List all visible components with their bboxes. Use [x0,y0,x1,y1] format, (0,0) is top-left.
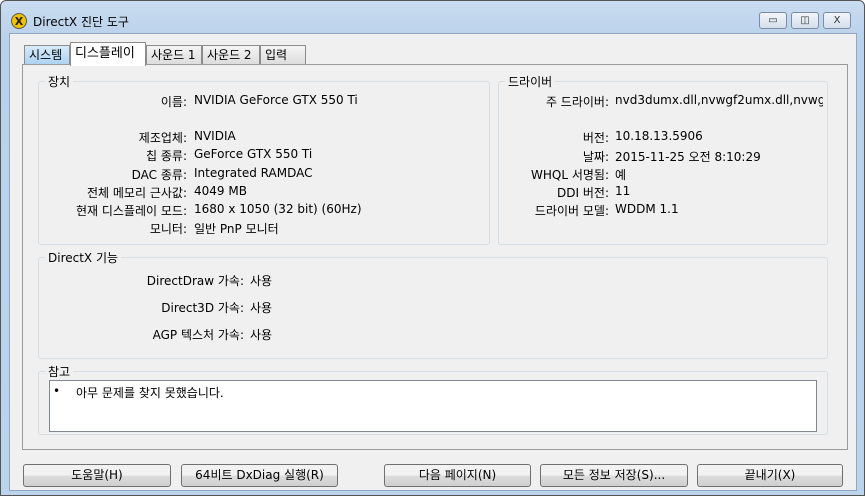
tab-sound-2[interactable]: 사운드 2 [202,45,260,65]
client-area: 시스템 디스플레이 사운드 1 사운드 2 입력 장치 이름: NVIDIA Ge… [9,33,857,491]
driver-label: 버전: [582,131,609,145]
bullet-icon: • [53,384,61,398]
device-value: 일반 PnP 모니터 [194,222,279,236]
device-label: DAC 종류: [131,168,187,182]
driver-label: 날짜: [582,150,609,164]
features-value: 사용 [250,301,273,315]
device-value: NVIDIA [194,129,236,143]
device-value: GeForce GTX 550 Ti [194,147,313,161]
tab-input[interactable]: 입력 [260,45,306,65]
device-label: 제조업체: [138,131,187,145]
tab-sound-1[interactable]: 사운드 1 [146,45,202,65]
device-group-title: 장치 [45,73,74,90]
next-page-button[interactable]: 다음 페이지(N) [384,464,531,487]
driver-group-title: 드라이버 [505,73,556,90]
features-value: 사용 [250,328,273,342]
driver-label: WHQL 서명됨: [531,168,609,182]
features-label: AGP 텍스처 가속: [152,328,244,342]
title-bar: X DirectX 진단 도구 [11,11,129,31]
directx-logo-icon: X [11,13,27,29]
window-title: DirectX 진단 도구 [33,14,129,29]
driver-label: 드라이버 모델: [534,204,609,218]
driver-value: nvd3dumx.dll,nvwgf2umx.dll,nvwgf2umx.dll [615,93,823,107]
driver-value: 예 [615,168,627,182]
driver-label: DDI 버전: [557,186,609,200]
features-label: Direct3D 가속: [161,301,244,315]
driver-value: 10.18.13.5906 [615,129,703,143]
close-button[interactable]: X [823,12,851,29]
device-label: 칩 종류: [146,149,187,163]
notes-title: 참고 [45,363,74,380]
directx-features-group: DirectX 기능 DirectDraw 가속: 사용 Direct3D 가속: 사… [38,249,828,359]
tab-panel: 장치 이름: NVIDIA GeForce GTX 550 Ti 제조업체: NVID… [22,64,848,450]
dxdiag-window: X DirectX 진단 도구 ▭ ◫ X 시스템 디스플레이 사운드 1 사운… [0,0,865,496]
driver-value: WDDM 1.1 [615,202,679,216]
minimize-button[interactable]: ▭ [759,12,787,29]
tab-system[interactable]: 시스템 [24,45,70,65]
tab-display[interactable]: 디스플레이 [70,42,146,66]
features-value: 사용 [250,274,273,288]
device-label: 이름: [160,95,187,109]
device-value: Integrated RAMDAC [194,166,313,180]
driver-value: 11 [615,184,631,198]
device-label: 모니터: [149,222,187,236]
directx-features-title: DirectX 기능 [45,249,122,266]
features-label: DirectDraw 가속: [146,274,244,288]
driver-group: 드라이버 주 드라이버: nvd3dumx.dll,nvwgf2umx.dll,n… [498,73,828,245]
run-64bit-dxdiag-button[interactable]: 64비트 DxDiag 실행(R) [181,464,338,487]
device-group: 장치 이름: NVIDIA GeForce GTX 550 Ti 제조업체: NVID… [38,73,490,245]
help-button[interactable]: 도움말(H) [23,464,171,487]
notes-list[interactable]: • 아무 문제를 찾지 못했습니다. [49,380,817,432]
driver-label: 주 드라이버: [545,95,609,109]
device-value: NVIDIA GeForce GTX 550 Ti [194,93,358,107]
device-label: 전체 메모리 근사값: [87,186,187,200]
notes-item: 아무 문제를 찾지 못했습니다. [76,386,224,400]
exit-button[interactable]: 끝내기(X) [697,464,843,487]
device-value: 4049 MB [194,184,247,198]
device-value: 1680 x 1050 (32 bit) (60Hz) [194,202,362,216]
notes-group: 참고 • 아무 문제를 찾지 못했습니다. [38,363,828,435]
driver-value: 2015-11-25 오전 8:10:29 [615,150,761,164]
save-all-info-button[interactable]: 모든 정보 저장(S)... [540,464,688,487]
device-label: 현재 디스플레이 모드: [75,204,187,218]
maximize-button[interactable]: ◫ [791,12,819,29]
